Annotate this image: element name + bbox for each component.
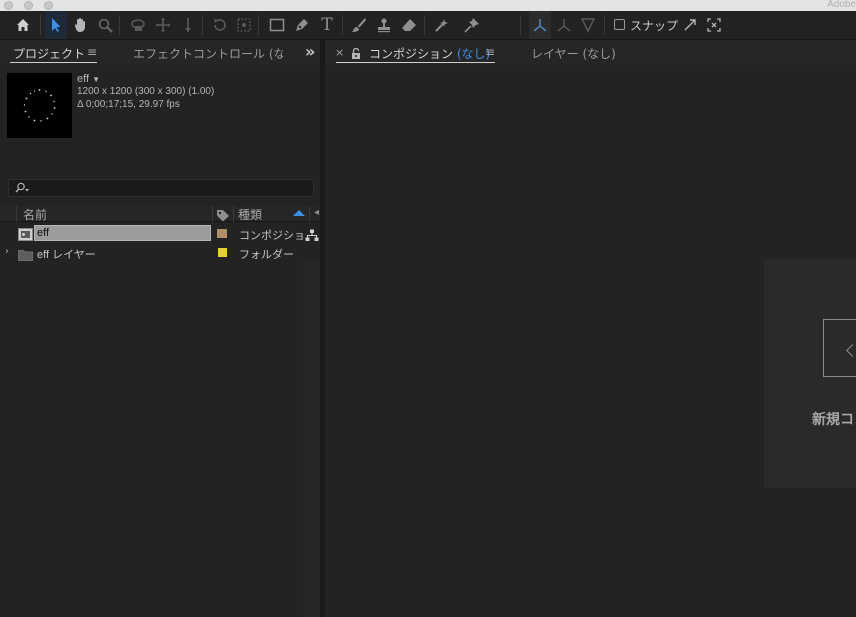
item-name-value: eff — [37, 227, 50, 239]
search-icon — [15, 182, 29, 193]
pan-camera-icon[interactable] — [152, 11, 174, 39]
preview-name-text: eff — [77, 73, 90, 85]
tab-effect-controls[interactable]: エフェクトコントロール (なし — [133, 45, 283, 62]
brush-icon[interactable] — [348, 11, 370, 39]
item-name-input[interactable]: eff — [34, 225, 211, 241]
snap-checkbox[interactable] — [614, 19, 625, 30]
preview-thumbnail — [7, 73, 72, 138]
home-icon[interactable] — [12, 11, 34, 39]
preview-duration: Δ 0;00;17;15, 29.97 fps — [77, 99, 180, 110]
tab-project[interactable]: プロジェクト — [13, 45, 85, 62]
project-column-headers — [0, 205, 320, 222]
item-type: コンポジション — [239, 230, 303, 242]
clone-stamp-icon[interactable] — [373, 11, 395, 39]
rotate-camera-icon[interactable] — [127, 11, 149, 39]
window-title-bar: Adobe — [0, 0, 856, 11]
panel-menu-icon[interactable]: ≡ — [87, 45, 97, 59]
puppet-pin-icon[interactable] — [461, 11, 483, 39]
snap-label: スナップ — [630, 19, 679, 33]
tools-toolbar: T スナップ — [0, 11, 856, 40]
world-axis-icon[interactable] — [553, 11, 575, 39]
selection-icon[interactable] — [45, 11, 67, 39]
folder-name: eff レイヤー — [37, 249, 96, 261]
pen-icon[interactable] — [291, 11, 313, 39]
view-axis-icon[interactable] — [577, 11, 599, 39]
preview-item-name[interactable]: eff ▼ — [77, 73, 100, 85]
project-scrollbar[interactable] — [303, 262, 320, 617]
tab-layer[interactable]: レイヤー (なし) — [531, 45, 616, 62]
sort-ascending-icon[interactable] — [293, 210, 305, 216]
hand-icon[interactable] — [69, 11, 91, 39]
active-tab-underline — [336, 62, 495, 63]
minimize-window-button[interactable] — [24, 1, 33, 10]
eraser-icon[interactable] — [398, 11, 420, 39]
app-title: Adobe — [827, 0, 856, 10]
pan-behind-icon[interactable] — [233, 11, 255, 39]
local-axis-icon[interactable] — [529, 11, 551, 39]
label-color-swatch[interactable] — [217, 229, 227, 238]
panel-overflow-icon[interactable]: » — [305, 42, 315, 61]
project-search-input[interactable] — [8, 179, 314, 197]
tab-composition[interactable]: コンポジション (なし) — [369, 45, 490, 62]
chevron-down-icon[interactable]: ▼ — [92, 75, 100, 84]
snap-fit-icon[interactable] — [703, 11, 725, 39]
folder-icon — [18, 246, 33, 265]
label-color-swatch[interactable] — [218, 248, 227, 257]
active-tab-underline — [10, 62, 97, 63]
item-type: フォルダー — [239, 249, 294, 261]
close-window-button[interactable] — [4, 1, 13, 10]
disclosure-triangle-icon[interactable]: › — [5, 246, 9, 257]
new-composition-label[interactable]: 新規コン — [812, 409, 856, 429]
dolly-camera-icon[interactable] — [177, 11, 199, 39]
roto-brush-icon[interactable] — [431, 11, 453, 39]
close-tab-icon[interactable]: × — [335, 46, 344, 59]
preview-dimensions: 1200 x 1200 (300 x 300) (1.00) — [77, 86, 215, 97]
zoom-icon[interactable] — [94, 11, 116, 39]
panel-menu-icon[interactable]: ≡ — [485, 45, 495, 59]
column-header-name[interactable]: 名前 — [23, 206, 47, 223]
snap-expand-icon[interactable] — [679, 11, 701, 39]
rectangle-icon[interactable] — [266, 11, 288, 39]
zoom-window-button[interactable] — [44, 1, 53, 10]
type-icon[interactable]: T — [316, 11, 338, 39]
column-header-type[interactable]: 種類 — [238, 206, 262, 223]
new-composition-icon[interactable] — [823, 319, 856, 377]
tab-composition-label: コンポジション — [369, 47, 454, 61]
column-more-icon[interactable]: ◂ — [314, 207, 319, 218]
rotate-icon[interactable] — [209, 11, 231, 39]
